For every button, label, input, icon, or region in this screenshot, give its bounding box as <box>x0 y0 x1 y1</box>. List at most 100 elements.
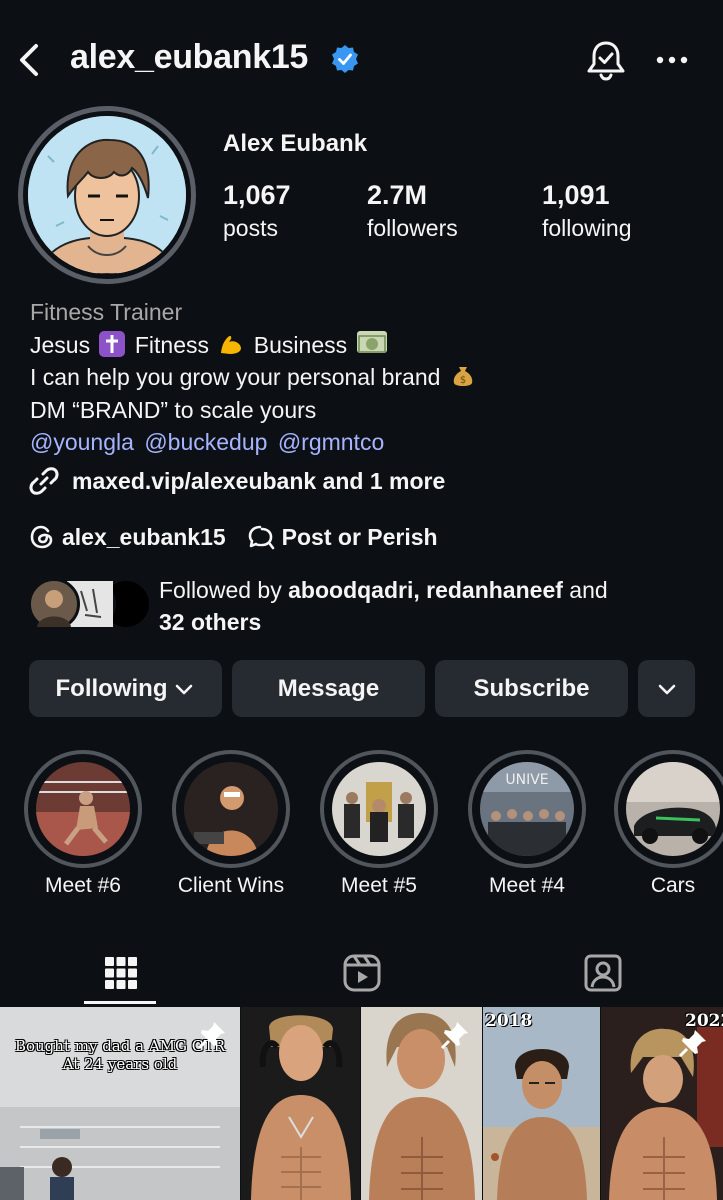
post-thumbnail[interactable]: 2018 <box>483 1007 600 1200</box>
tab-tagged[interactable] <box>482 940 723 1006</box>
pin-icon <box>678 1030 706 1058</box>
broadcast-channel-icon <box>248 525 274 550</box>
stat-following-label: following <box>542 215 632 241</box>
profile-picture <box>28 116 186 274</box>
chevron-down-icon <box>176 684 193 694</box>
stat-posts-label: posts <box>223 215 278 241</box>
link-icon <box>29 467 59 495</box>
pin-icon <box>197 1022 225 1050</box>
bio-mentions: @youngla @buckedup @rgmntco <box>30 426 710 459</box>
highlight-item[interactable]: Client Wins <box>172 750 290 898</box>
highlight-ring <box>320 750 438 868</box>
stat-followers-label: followers <box>367 215 458 241</box>
back-button[interactable] <box>14 40 44 80</box>
posts-grid: Bought my dad a AMG GTR At 24 years old <box>0 1007 723 1200</box>
following-button[interactable]: Following <box>29 660 222 717</box>
stat-followers-value: 2.7M <box>367 180 428 210</box>
threads-chip[interactable]: alex_eubank15 <box>28 523 226 551</box>
message-button[interactable]: Message <box>232 660 425 717</box>
dollar-banknote-emoji-icon <box>356 330 387 353</box>
bio-line-3: DM “BRAND” to scale yours <box>30 396 317 423</box>
profile-chips: alex_eubank15 Post or Perish <box>28 520 458 554</box>
mention-buckedup[interactable]: @buckedup <box>144 429 267 455</box>
subscribe-button-label: Subscribe <box>473 674 590 702</box>
followed-by-text: Followed by aboodqadri, redanhaneef and … <box>159 574 608 638</box>
post-thumbnail[interactable] <box>241 1007 360 1200</box>
cross-emoji-icon <box>99 330 126 357</box>
tab-posts-grid[interactable] <box>0 940 241 1006</box>
following-button-label: Following <box>55 674 168 702</box>
profile-header: alex_eubank15 <box>0 0 723 120</box>
chevron-down-icon <box>658 684 675 694</box>
highlight-label: Client Wins <box>177 874 285 897</box>
profile-tabs <box>0 940 723 1006</box>
highlight-item[interactable]: Meet #5 <box>320 750 438 898</box>
profile-username: alex_eubank15 <box>70 38 309 76</box>
follower-avatar <box>28 578 80 630</box>
reels-icon <box>343 954 380 992</box>
bio-word-jesus: Jesus <box>30 331 91 358</box>
more-horizontal-icon <box>656 56 688 64</box>
followed-by-names: aboodqadri, redanhaneef <box>288 577 563 603</box>
bio-line-2: I can help you grow your personal brand … <box>30 361 710 394</box>
highlight-ring <box>24 750 142 868</box>
threads-handle: alex_eubank15 <box>62 523 226 550</box>
notifications-button[interactable] <box>584 38 628 82</box>
followed-by-prefix: Followed by <box>159 577 282 603</box>
profile-picture-ring[interactable] <box>18 106 196 284</box>
stat-following-value: 1,091 <box>542 180 610 210</box>
followed-by-others: 32 others <box>159 609 262 635</box>
highlight-ring: UNIVE <box>468 750 586 868</box>
tagged-icon <box>584 954 621 992</box>
verified-badge-icon <box>332 45 358 73</box>
profile-link-text: maxed.vip/alexeubank and 1 more <box>72 467 446 494</box>
stat-following[interactable]: 1,091 following <box>542 180 632 242</box>
tab-reels[interactable] <box>241 940 482 1006</box>
profile-category: Fitness Trainer <box>30 299 183 325</box>
post-thumbnail[interactable]: 2022 <box>601 1007 723 1200</box>
highlight-label: Meet #6 <box>45 874 121 897</box>
channel-chip[interactable]: Post or Perish <box>246 523 438 551</box>
svg-text:UNIVE: UNIVE <box>505 772 548 788</box>
bio-word-fitness: Fitness <box>134 331 210 358</box>
message-button-label: Message <box>277 674 380 702</box>
highlight-item[interactable]: UNIVE Meet #4 <box>468 750 586 898</box>
highlight-image <box>332 762 426 856</box>
chevron-left-icon <box>20 44 38 76</box>
highlight-item[interactable]: Cars <box>614 750 723 898</box>
profile-link[interactable]: maxed.vip/alexeubank and 1 more <box>28 464 445 498</box>
bio-line-2-text: I can help you grow your personal brand <box>30 364 441 390</box>
highlight-item[interactable]: Meet #6 <box>24 750 142 898</box>
highlight-image <box>36 762 130 856</box>
followed-by-and: and <box>569 577 608 603</box>
post-thumbnail[interactable]: Bought my dad a AMG GTR At 24 years old <box>0 1007 240 1200</box>
bio-word-business: Business <box>253 331 348 358</box>
profile-full-name: Alex Eubank <box>223 130 368 157</box>
subscribe-button[interactable]: Subscribe <box>435 660 628 717</box>
highlight-ring <box>614 750 723 868</box>
highlight-image <box>626 762 720 856</box>
highlight-label: Meet #4 <box>489 874 565 897</box>
stat-posts[interactable]: 1,067 posts <box>223 180 291 242</box>
mention-youngla[interactable]: @youngla <box>30 429 134 455</box>
stat-posts-value: 1,067 <box>223 180 291 210</box>
channel-name: Post or Perish <box>281 523 438 550</box>
bio-line-1: Jesus Fitness Business <box>30 329 710 362</box>
more-options-button[interactable] <box>654 48 690 72</box>
bell-icon <box>587 41 625 81</box>
mention-rgmntco[interactable]: @rgmntco <box>278 429 384 455</box>
flexed-bicep-emoji-icon <box>218 331 244 357</box>
post-thumbnail[interactable] <box>361 1007 482 1200</box>
highlight-label: Cars <box>650 874 696 897</box>
threads-icon <box>30 525 53 549</box>
svg-text:$: $ <box>460 375 466 386</box>
highlight-ring <box>172 750 290 868</box>
profile-bio: Fitness Trainer Jesus Fitness Business I… <box>30 296 710 459</box>
followed-by[interactable]: Followed by aboodqadri, redanhaneef and … <box>28 574 718 640</box>
stat-followers[interactable]: 2.7M followers <box>367 180 458 242</box>
suggested-accounts-button[interactable] <box>638 660 695 717</box>
post-year-label: 2018 <box>485 1011 533 1031</box>
highlight-label: Meet #5 <box>341 874 417 897</box>
active-tab-indicator <box>84 1001 156 1004</box>
highlight-image: UNIVE <box>480 762 574 856</box>
